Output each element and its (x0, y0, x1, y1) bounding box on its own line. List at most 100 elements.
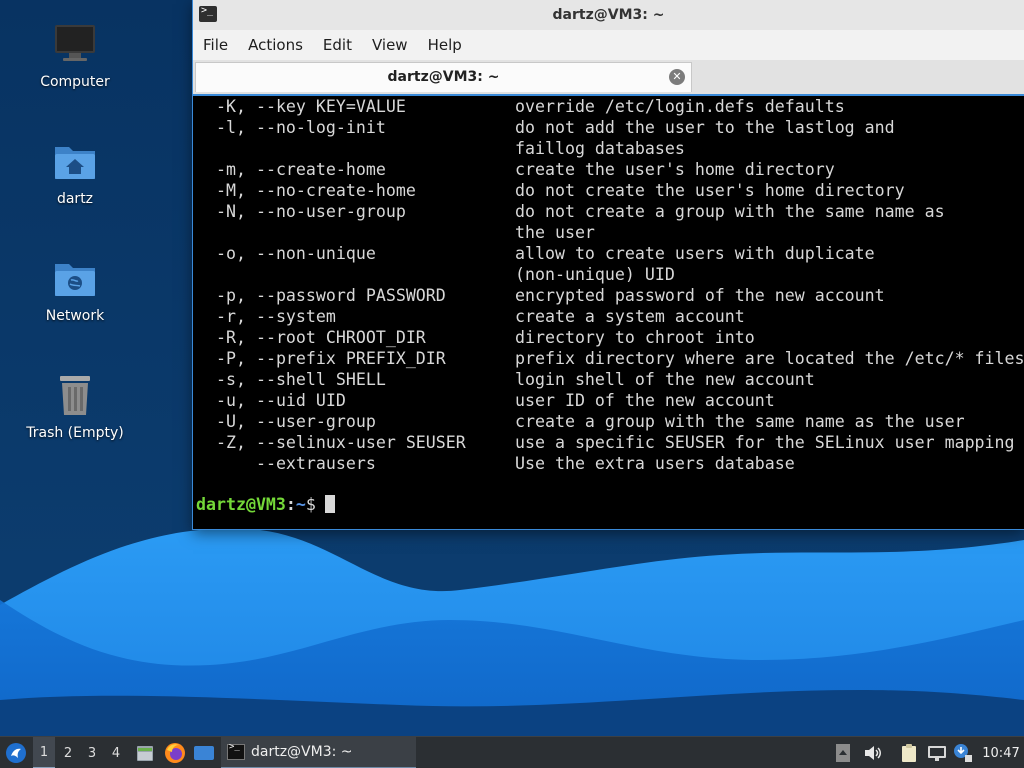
clock[interactable]: 10:47 (980, 737, 1022, 768)
volume-icon (865, 746, 881, 760)
workspace-2-button[interactable]: 2 (57, 737, 79, 768)
terminal-description-text: create the user's home directory (515, 160, 835, 179)
terminal-option-text: --extrausers (216, 454, 376, 473)
terminal-option-text: -R, --root CHROOT_DIR (216, 328, 426, 347)
workspace-3-button[interactable]: 3 (81, 737, 103, 768)
terminal-line: -K, --key KEY=VALUE override /etc/login.d… (193, 96, 1024, 117)
terminal-option-text: -r, --system (216, 307, 336, 326)
pager-icon (836, 744, 850, 762)
desktop-icon-home[interactable]: dartz (10, 137, 140, 207)
prompt-user: dartz@VM3 (196, 495, 286, 514)
terminal-option-text: -U, --user-group (216, 412, 376, 431)
start-menu-icon (6, 743, 26, 763)
desktop-icon-label: Computer (40, 74, 110, 90)
desktop-icon-network[interactable]: Network (10, 254, 140, 324)
updates-button[interactable] (952, 737, 974, 768)
start-menu-button[interactable] (2, 737, 30, 768)
desktop-icon-label: dartz (56, 191, 94, 207)
workspace-1-button[interactable]: 1 (33, 737, 55, 768)
terminal-line: -l, --no-log-init do not add the user to … (193, 117, 1024, 138)
terminal-line: -u, --uid UID user ID of the new account (193, 390, 1024, 411)
terminal-description-text: directory to chroot into (515, 328, 755, 347)
workspace-4-button[interactable]: 4 (105, 737, 127, 768)
desktop-icon-computer[interactable]: Computer (10, 20, 140, 90)
terminal-tab[interactable]: dartz@VM3: ~ ✕ (195, 62, 692, 92)
terminal-description-text: override /etc/login.defs defaults (515, 97, 845, 116)
terminal-line: -r, --system create a system account (193, 306, 1024, 327)
terminal-line: -o, --non-unique allow to create users wi… (193, 243, 1024, 264)
menu-file[interactable]: File (193, 30, 238, 60)
terminal-line: (non-unique) UID (193, 264, 1024, 285)
terminal-option-text: -m, --create-home (216, 160, 386, 179)
desktop: Computer dartz Network Trash (Empty) >_ … (0, 0, 1024, 768)
terminal-description-text: use a specific SEUSER for the SELinux us… (515, 433, 1015, 452)
terminal-line: faillog databases (193, 138, 1024, 159)
terminal-option-text: -M, --no-create-home (216, 181, 416, 200)
terminal-option-text: -Z, --selinux-user SEUSER (216, 433, 466, 452)
firefox-icon (165, 743, 185, 763)
trash-icon (60, 376, 90, 415)
prompt-path: ~ (295, 495, 306, 514)
terminal-cursor (324, 495, 335, 513)
prompt-line: dartz@VM3:~$ (196, 494, 335, 515)
terminal-description-text: (non-unique) UID (515, 265, 675, 284)
terminal-line: -p, --password PASSWORD encrypted passwor… (193, 285, 1024, 306)
volume-button[interactable] (862, 737, 884, 768)
updates-icon (954, 744, 972, 762)
tab-bar: dartz@VM3: ~ ✕ (193, 60, 1024, 96)
terminal-line: -s, --shell SHELL login shell of the new … (193, 369, 1024, 390)
show-desktop-icon (194, 746, 214, 760)
desktop-icon-trash[interactable]: Trash (Empty) (10, 371, 140, 441)
terminal-description-text: create a group with the same name as the… (515, 412, 965, 431)
terminal-line: -U, --user-group create a group with the … (193, 411, 1024, 432)
prompt-symbol: $ (305, 495, 316, 514)
menu-help[interactable]: Help (418, 30, 472, 60)
files-launcher-button[interactable] (132, 737, 158, 768)
terminal-line: -Z, --selinux-user SEUSER use a specific … (193, 432, 1024, 453)
network-folder-icon (55, 264, 95, 296)
terminal-lines: -K, --key KEY=VALUE override /etc/login.d… (193, 96, 1024, 474)
terminal-description-text: faillog databases (515, 139, 685, 158)
clipboard-icon (902, 744, 916, 762)
clipboard-button[interactable] (899, 737, 919, 768)
terminal-description-text: Use the extra users database (515, 454, 795, 473)
files-icon (137, 746, 153, 761)
terminal-line: the user (193, 222, 1024, 243)
show-desktop-button[interactable] (191, 737, 217, 768)
terminal-description-text: allow to create users with duplicate (515, 244, 875, 263)
terminal-window[interactable]: >_ dartz@VM3: ~ File Actions Edit View H… (193, 0, 1024, 529)
taskbar-task-terminal[interactable]: >_ dartz@VM3: ~ (221, 737, 416, 768)
terminal-option-text: -K, --key KEY=VALUE (216, 97, 406, 116)
terminal-option-text: -o, --non-unique (216, 244, 376, 263)
terminal-description-text: create a system account (515, 307, 745, 326)
terminal-description-text: do not add the user to the lastlog and (515, 118, 895, 137)
terminal-description-text: encrypted password of the new account (515, 286, 885, 305)
desktop-icon-label: Trash (Empty) (26, 425, 124, 441)
terminal-line: -R, --root CHROOT_DIR directory to chroot… (193, 327, 1024, 348)
menu-actions[interactable]: Actions (238, 30, 313, 60)
terminal-description-text: user ID of the new account (515, 391, 775, 410)
terminal-output[interactable]: -K, --key KEY=VALUE override /etc/login.d… (193, 96, 1024, 529)
menu-view[interactable]: View (362, 30, 418, 60)
network-button[interactable] (926, 737, 948, 768)
terminal-description-text: do not create a group with the same name… (515, 202, 945, 221)
pager-button[interactable] (834, 737, 852, 768)
prompt-colon: : (285, 495, 296, 514)
tab-label: dartz@VM3: ~ (387, 69, 500, 85)
terminal-option-text: -s, --shell SHELL (216, 370, 386, 389)
terminal-option-text: -u, --uid UID (216, 391, 346, 410)
terminal-description-text: do not create the user's home directory (515, 181, 905, 200)
terminal-option-text: -p, --password PASSWORD (216, 286, 446, 305)
task-label: dartz@VM3: ~ (251, 744, 353, 760)
menu-edit[interactable]: Edit (313, 30, 362, 60)
desktop-icon-label: Network (45, 308, 105, 324)
tab-close-icon[interactable]: ✕ (669, 69, 685, 85)
terminal-option-text: -N, --no-user-group (216, 202, 406, 221)
window-titlebar[interactable]: >_ dartz@VM3: ~ (193, 0, 1024, 31)
taskbar: 1 2 3 4 >_ dartz@VM3: ~ 10:47 (0, 736, 1024, 768)
firefox-launcher-button[interactable] (162, 737, 188, 768)
terminal-description-text: the user (515, 223, 595, 242)
terminal-icon: >_ (227, 742, 245, 760)
terminal-line: --extrausers Use the extra users database (193, 453, 1024, 474)
computer-icon (55, 25, 95, 61)
